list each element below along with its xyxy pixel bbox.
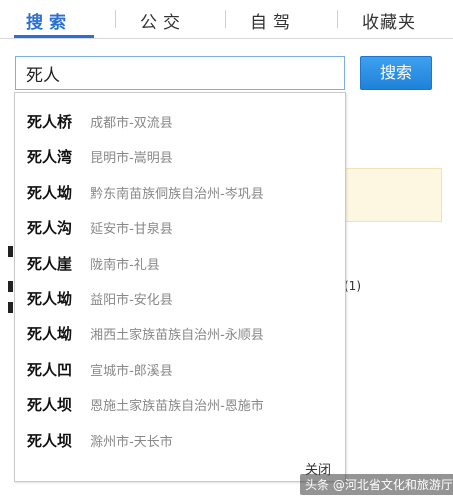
suggestion-item[interactable]: 死人坝 滁州市-天长市 [15,423,345,458]
background-text-fragment [8,302,13,313]
suggestion-location: 陇南市-礼县 [90,257,160,273]
suggestion-location: 滁州市-天长市 [90,434,173,450]
tab-divider [115,10,116,28]
background-text-fragment [8,246,13,257]
suggestion-location: 宣城市-郎溪县 [90,363,173,379]
suggestion-location: 湘西土家族苗族自治州-永顺县 [90,328,264,344]
suggestion-name: 死人沟 [27,219,73,238]
suggestion-item[interactable]: 死人沟 延安市-甘泉县 [15,210,345,245]
suggestion-name: 死人坳 [27,183,73,202]
suggestion-location: 延安市-甘泉县 [90,222,173,238]
tab-divider [225,10,226,28]
background-text-fragment [8,281,13,292]
background-notice-box [340,168,442,222]
suggestion-name: 死人坳 [27,325,73,344]
suggestion-name: 死人凹 [27,360,73,379]
tab-bus[interactable]: 公交 [140,8,186,33]
suggestion-list: 死人桥 成都市-双流县 死人湾 昆明市-嵩明县 死人坳 黔东南苗族侗族自治州-岑… [15,104,345,458]
suggestion-name: 死人坳 [27,289,73,308]
suggestion-item[interactable]: 死人坝 恩施土家族苗族自治州-恩施市 [15,387,345,422]
suggestion-item[interactable]: 死人坳 黔东南苗族侗族自治州-岑巩县 [15,175,345,210]
suggestion-name: 死人湾 [27,148,73,167]
suggestion-name: 死人桥 [27,113,73,131]
suggestion-item[interactable]: 死人崖 陇南市-礼县 [15,246,345,281]
suggestion-item[interactable]: 死人湾 昆明市-嵩明县 [15,139,345,174]
suggestion-dropdown: 死人桥 成都市-双流县 死人湾 昆明市-嵩明县 死人坳 黔东南苗族侗族自治州-岑… [14,92,346,482]
tab-favorites[interactable]: 收藏夹 [362,8,416,33]
suggestion-item[interactable]: 死人桥 成都市-双流县 [15,104,345,139]
suggestion-location: 昆明市-嵩明县 [90,151,173,167]
source-watermark: 头条 @河北省文化和旅游厅 [300,474,453,495]
suggestion-name: 死人崖 [27,254,73,273]
suggestion-item[interactable]: 死人坳 益阳市-安化县 [15,281,345,316]
map-search-panel: 搜索 公交 自驾 收藏夹 搜索 (1) 死人桥 成都市-双流县 死人湾 昆明市-… [0,0,453,500]
suggestion-item[interactable]: 死人坳 湘西土家族苗族自治州-永顺县 [15,316,345,351]
suggestion-location: 恩施土家族苗族自治州-恩施市 [90,399,264,415]
tab-bar: 搜索 公交 自驾 收藏夹 [0,0,453,39]
background-count-text: (1) [344,279,361,293]
tab-drive[interactable]: 自驾 [250,8,296,33]
tab-search[interactable]: 搜索 [26,8,72,33]
suggestion-location: 成都市-双流县 [90,116,173,131]
search-input[interactable] [15,56,345,90]
search-button[interactable]: 搜索 [360,56,432,90]
suggestion-location: 益阳市-安化县 [90,292,173,308]
tab-divider [337,10,338,28]
suggestion-item[interactable]: 死人凹 宣城市-郎溪县 [15,352,345,387]
suggestion-name: 死人坝 [27,396,73,415]
active-tab-indicator [14,35,94,38]
suggestion-location: 黔东南苗族侗族自治州-岑巩县 [90,186,264,202]
suggestion-name: 死人坝 [27,431,73,450]
